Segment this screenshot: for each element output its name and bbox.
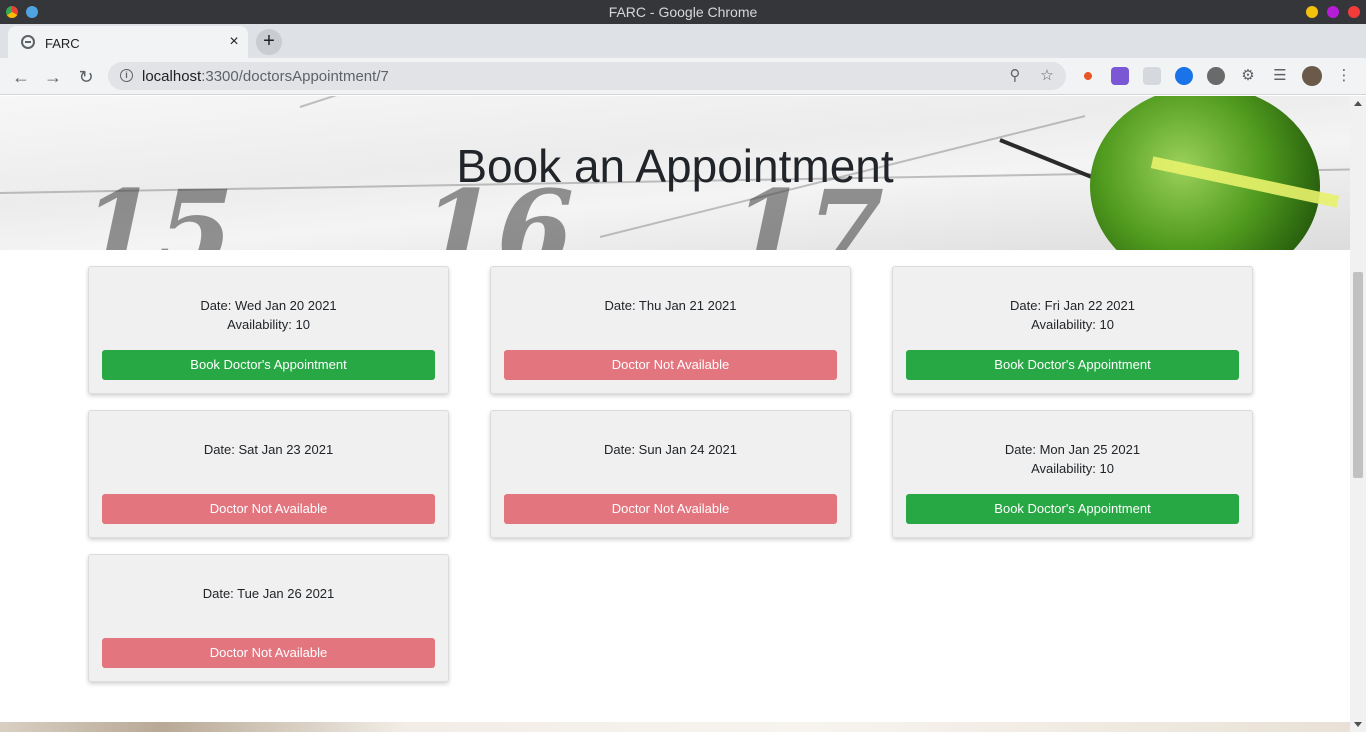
page-content: 15 16 17 Book an Appointment Date: Wed J… [0, 96, 1350, 732]
close-window-button[interactable] [1348, 6, 1360, 18]
puzzle-icon[interactable]: ⚙ [1238, 66, 1258, 86]
availability-count: Availability: 10 [1031, 317, 1114, 332]
appointment-card: Date: Sun Jan 24 2021 Doctor Not Availabl… [490, 410, 851, 538]
appointment-card: Date: Thu Jan 21 2021 Doctor Not Availabl… [490, 266, 851, 394]
scroll-down-icon[interactable] [1354, 722, 1362, 727]
tab-farc[interactable]: FARC × [8, 26, 248, 58]
availability-count: Availability: 10 [1031, 461, 1114, 476]
page-title: Book an Appointment [456, 140, 894, 192]
appointment-date: Date: Thu Jan 21 2021 [604, 298, 737, 313]
appointment-card: Date: Sat Jan 23 2021 Doctor Not Availabl… [88, 410, 449, 538]
scroll-up-icon[interactable] [1354, 101, 1362, 106]
extension-grey-icon[interactable] [1143, 67, 1161, 85]
appointment-date: Date: Mon Jan 25 2021 [1004, 442, 1141, 457]
new-tab-button[interactable]: + [256, 29, 282, 55]
zoom-out-icon[interactable]: ⚲ [1005, 66, 1025, 86]
footer-banner [0, 722, 1350, 732]
tab-title: FARC [45, 36, 80, 51]
availability-count: Availability: 10 [227, 317, 310, 332]
scrollbar-thumb[interactable] [1353, 272, 1363, 478]
extension-circle-icon[interactable] [1207, 67, 1225, 85]
extension-network-icon[interactable] [1079, 67, 1097, 85]
appointment-date: Date: Sat Jan 23 2021 [203, 442, 334, 457]
vertical-scrollbar[interactable] [1350, 96, 1366, 732]
doctor-not-available-button[interactable]: Doctor Not Available [102, 494, 435, 524]
doctor-not-available-button[interactable]: Doctor Not Available [102, 638, 435, 668]
info-icon[interactable]: i [120, 69, 133, 82]
maximize-button[interactable] [1327, 6, 1339, 18]
book-appointment-button[interactable]: Book Doctor's Appointment [102, 350, 435, 380]
book-appointment-button[interactable]: Book Doctor's Appointment [906, 350, 1239, 380]
book-appointment-button[interactable]: Book Doctor's Appointment [906, 494, 1239, 524]
appointment-date: Date: Wed Jan 20 2021 [200, 298, 337, 313]
kebab-menu-icon[interactable]: ⋮ [1334, 66, 1354, 86]
url-text[interactable]: localhost:3300/doctorsAppointment/7 [142, 68, 389, 85]
reload-icon[interactable]: ↻ [73, 64, 99, 90]
extension-bookmark-icon[interactable] [1175, 67, 1193, 85]
appointment-date: Date: Tue Jan 26 2021 [202, 586, 335, 601]
appointment-date: Date: Fri Jan 22 2021 [1009, 298, 1136, 313]
extension-purple-icon[interactable] [1111, 67, 1129, 85]
media-control-icon[interactable]: ☰ [1270, 66, 1290, 86]
url-path: :3300/doctorsAppointment/7 [201, 68, 389, 85]
appointment-card: Date: Fri Jan 22 2021 Availability: 10 Boo… [892, 266, 1253, 394]
appointment-card: Date: Tue Jan 26 2021 Doctor Not Availabl… [88, 554, 449, 682]
doctor-not-available-button[interactable]: Doctor Not Available [504, 350, 837, 380]
minimize-button[interactable] [1306, 6, 1318, 18]
appointment-date: Date: Sun Jan 24 2021 [604, 442, 737, 457]
hero-banner: 15 16 17 Book an Appointment [0, 96, 1350, 250]
url-host: localhost [142, 68, 202, 85]
tab-close-button[interactable]: × [224, 32, 244, 52]
globe-icon [21, 35, 35, 49]
star-icon[interactable]: ☆ [1037, 66, 1057, 86]
browser-toolbar: ← → ↻ i localhost:3300/doctorsAppointmen… [0, 58, 1366, 95]
tab-strip: FARC × + [0, 24, 1366, 58]
appointment-card: Date: Mon Jan 25 2021 Availability: 10 Boo… [892, 410, 1253, 538]
forward-arrow-icon[interactable]: → [40, 64, 66, 90]
doctor-not-available-button[interactable]: Doctor Not Available [504, 494, 837, 524]
address-bar[interactable]: i localhost:3300/doctorsAppointment/7 ⚲ … [108, 62, 1066, 90]
avatar[interactable] [1302, 66, 1322, 86]
appointment-card: Date: Wed Jan 20 2021 Availability: 10 Boo… [88, 266, 449, 394]
back-arrow-icon[interactable]: ← [8, 64, 34, 90]
window-title: FARC - Google Chrome [608, 4, 758, 20]
window-titlebar: FARC - Google Chrome [0, 0, 1366, 24]
